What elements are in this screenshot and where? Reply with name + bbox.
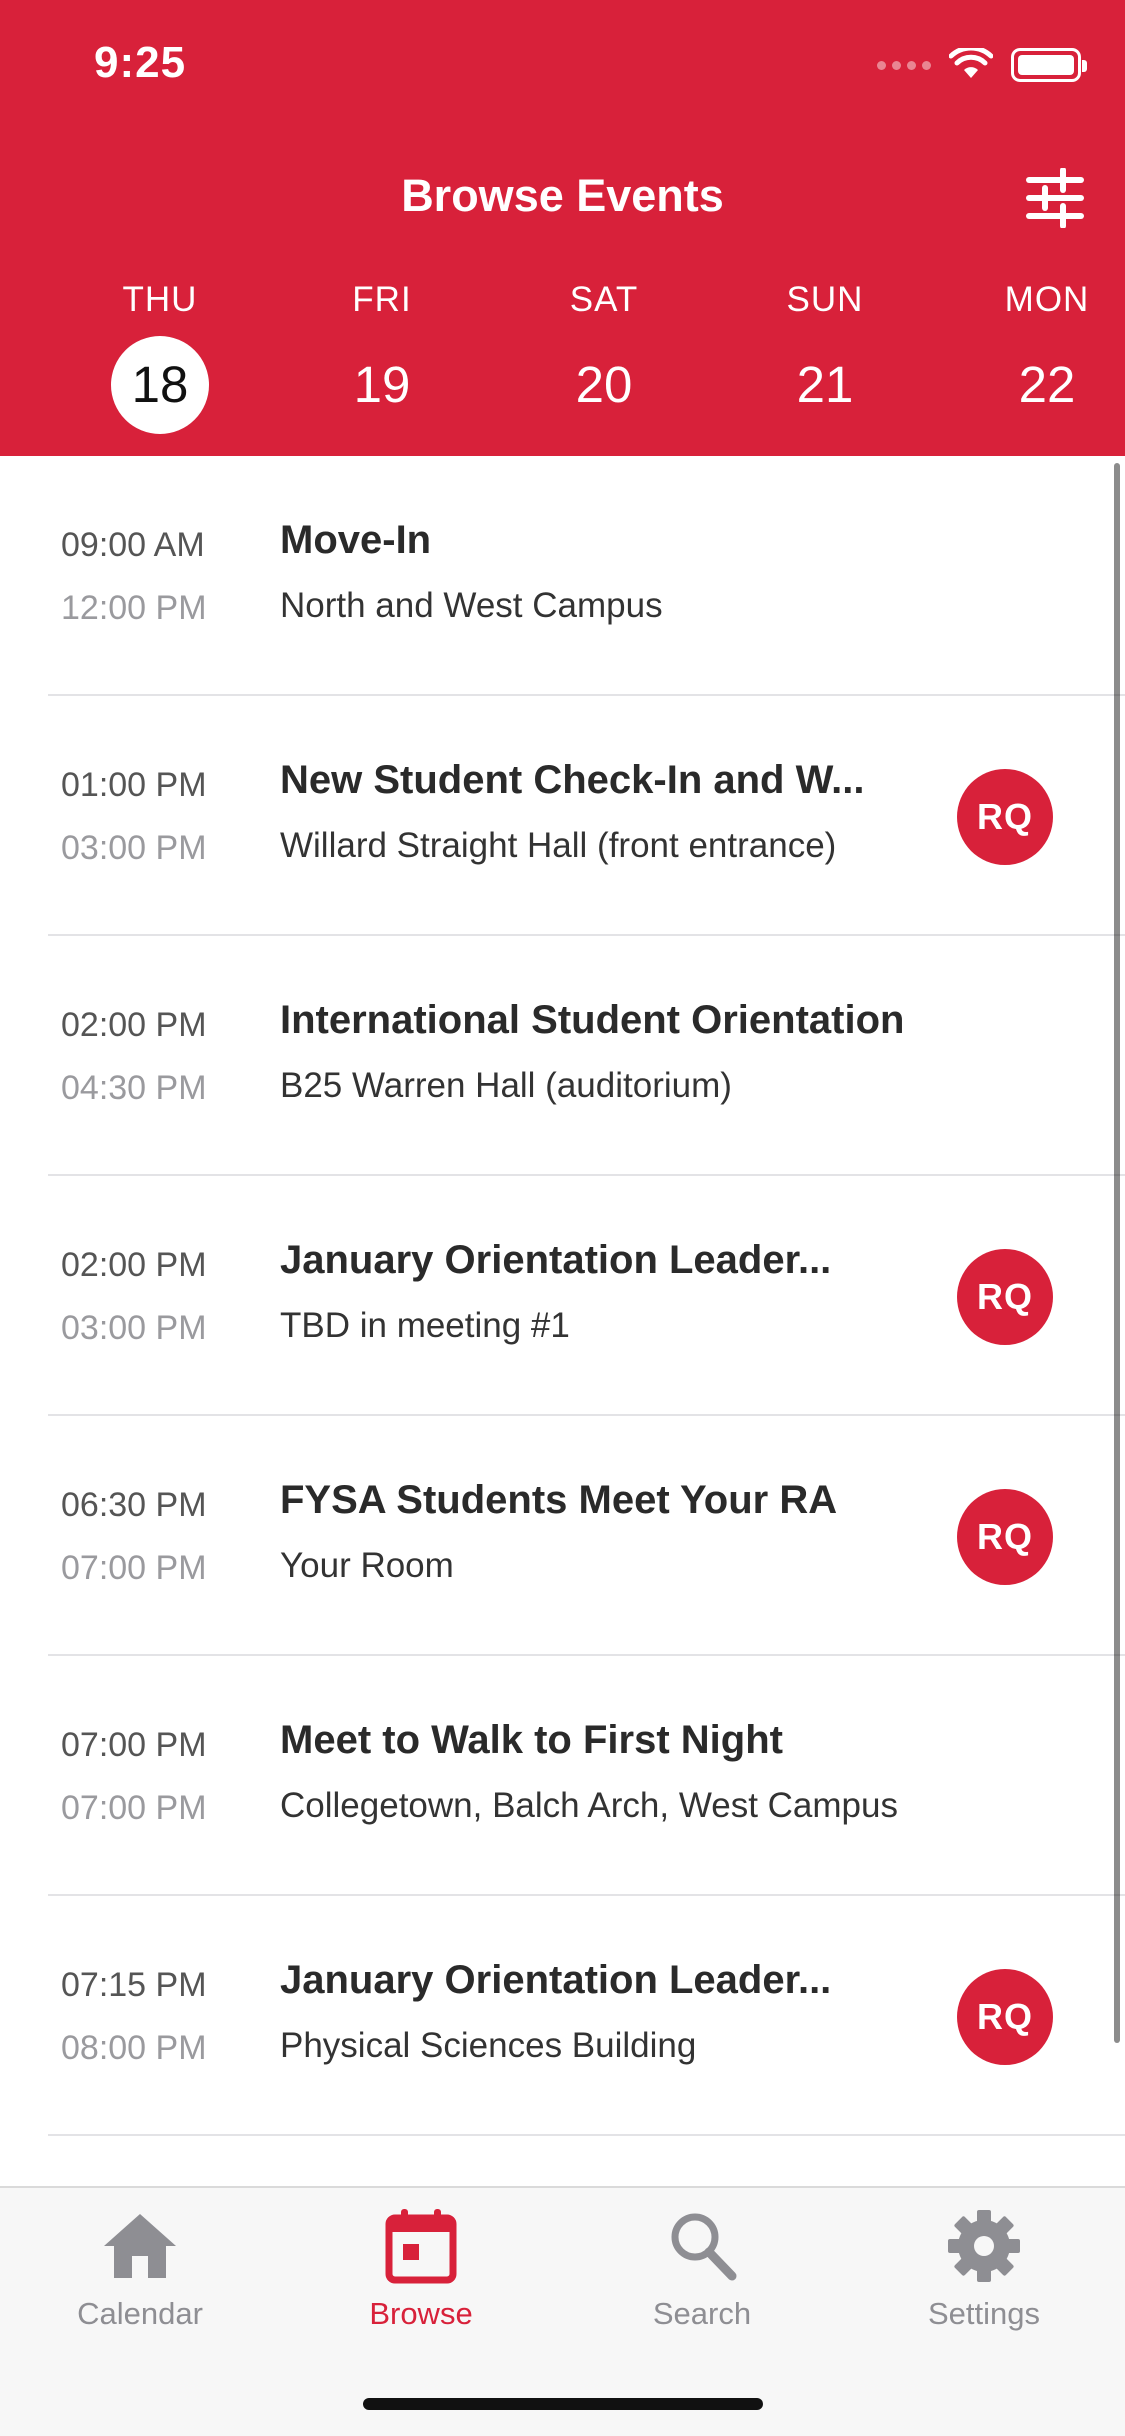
tab-label: Calendar [77,2296,203,2331]
day-number: 19 [353,356,411,413]
event-start-time: 06:30 PM [61,1486,207,1524]
event-row[interactable]: 07:15 PM 08:00 PM January Orientation Le… [0,1896,1125,2136]
event-start-time: 02:00 PM [61,1006,207,1044]
filter-button[interactable] [1023,167,1087,229]
day-of-week: FRI [352,280,412,319]
sliders-icon [1026,167,1084,229]
row-divider [48,2134,1125,2136]
rq-badge: RQ [957,769,1053,865]
event-list: 09:00 AM 12:00 PM Move-In North and West… [0,456,1125,2186]
tab-search[interactable]: Search [602,2206,802,2332]
day-sat[interactable]: SAT 20 [534,280,674,434]
event-start-time: 09:00 AM [61,526,205,564]
event-end-time: 07:00 PM [61,1549,207,1587]
search-icon [671,2213,737,2281]
event-end-time: 08:00 PM [61,2029,207,2067]
event-end-time: 07:00 PM [61,1789,207,1827]
calendar-icon [385,2209,457,2284]
day-selector: THU 18 FRI 19 SAT 20 SUN 21 MON 22 [0,280,1125,440]
signal-icon [877,60,931,70]
event-start-time: 02:00 PM [61,1246,207,1284]
event-row[interactable]: 02:00 PM 03:00 PM January Orientation Le… [0,1176,1125,1416]
event-title: FYSA Students Meet Your RA [280,1478,838,1522]
battery-icon [1011,48,1087,82]
tab-settings[interactable]: Settings [884,2206,1084,2332]
event-end-time: 04:30 PM [61,1069,207,1107]
event-title: International Student Orientation [280,998,905,1042]
day-of-week: MON [1004,280,1090,319]
event-title: January Orientation Leader... [280,1958,832,2002]
day-of-week: SAT [569,280,639,319]
rq-badge: RQ [957,1249,1053,1345]
day-fri[interactable]: FRI 19 [312,280,452,434]
scrollbar[interactable] [1114,463,1120,2043]
event-location: TBD in meeting #1 [280,1306,570,1345]
rq-badge: RQ [957,1489,1053,1585]
event-end-time: 03:00 PM [61,829,207,867]
event-title: January Orientation Leader... [280,1238,832,1282]
day-thu[interactable]: THU 18 [90,280,230,434]
event-end-time: 03:00 PM [61,1309,207,1347]
status-time: 9:25 [94,38,187,87]
day-mon[interactable]: MON 22 [977,280,1117,434]
day-number: 20 [575,356,633,413]
home-indicator [363,2398,763,2410]
day-sun[interactable]: SUN 21 [755,280,895,434]
event-location: Physical Sciences Building [280,2026,697,2065]
wifi-icon [949,48,993,78]
event-title: Meet to Walk to First Night [280,1718,783,1762]
header: 9:25 Browse Events THU 18 FRI 19 SAT 20 … [0,0,1125,456]
day-of-week: SUN [786,280,864,319]
tab-label: Browse [369,2296,473,2331]
rq-badge: RQ [957,1969,1053,2065]
day-number: 18 [111,336,209,434]
tab-label: Settings [927,2296,1040,2331]
event-location: Your Room [280,1546,454,1585]
event-title: Move-In [280,518,432,562]
house-icon [104,2214,176,2278]
event-row[interactable]: 06:30 PM 07:00 PM FYSA Students Meet You… [0,1416,1125,1656]
event-location: B25 Warren Hall (auditorium) [280,1066,732,1105]
day-number: 22 [1018,356,1076,413]
event-start-time: 07:15 PM [61,1966,207,2004]
screen: 9:25 Browse Events THU 18 FRI 19 SAT 20 … [0,0,1125,2436]
day-number: 21 [796,356,854,413]
event-end-time: 12:00 PM [61,589,207,627]
event-title: New Student Check-In and W... [280,758,865,802]
event-location: North and West Campus [280,586,663,625]
tab-calendar[interactable]: Calendar [40,2206,240,2332]
tab-label: Search [652,2296,752,2331]
event-row[interactable]: 09:00 AM 12:00 PM Move-In North and West… [0,456,1125,696]
event-location: Willard Straight Hall (front entrance) [280,826,837,865]
event-start-time: 01:00 PM [61,766,207,804]
gear-icon [948,2210,1020,2282]
day-of-week: THU [122,280,198,319]
event-start-time: 07:00 PM [61,1726,207,1764]
status-icons [877,48,1087,82]
tab-browse[interactable]: Browse [321,2206,521,2332]
event-row[interactable]: 07:00 PM 07:00 PM Meet to Walk to First … [0,1656,1125,1896]
event-row[interactable]: 02:00 PM 04:30 PM International Student … [0,936,1125,1176]
event-location: Collegetown, Balch Arch, West Campus [280,1786,898,1825]
event-row[interactable]: 01:00 PM 03:00 PM New Student Check-In a… [0,696,1125,936]
page-title: Browse Events [401,170,724,221]
